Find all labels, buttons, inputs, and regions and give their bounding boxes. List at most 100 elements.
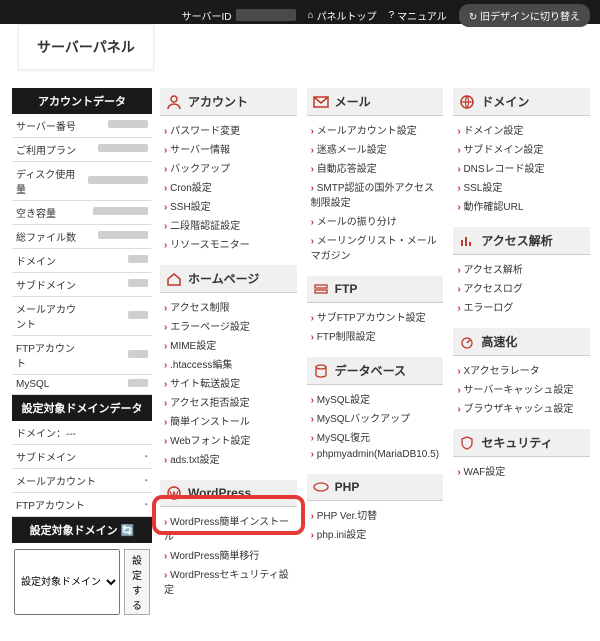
section-ftp: FTP サブFTPアカウント設定 FTP制限設定 [307, 276, 444, 353]
section-home: ホームページアクセス制限エラーページ設定 MIME設定 .htaccess編集サイト… [160, 265, 297, 476]
section-title: ホームページ [188, 270, 259, 287]
link-home-1[interactable]: エラーページ設定 [164, 322, 250, 333]
link-mail-2[interactable]: 自動応答設定 [311, 164, 377, 175]
panel-top-link[interactable]: ⌂ パネルトップ [308, 8, 377, 23]
section-title: PHP [335, 480, 360, 494]
old-design-label: 旧デザインに切り替え [480, 12, 580, 23]
link-globe-1[interactable]: サブドメイン設定 [457, 145, 543, 156]
link-mail-1[interactable]: 迷惑メール設定 [311, 145, 387, 156]
domain-set-button[interactable]: 設定する [124, 549, 150, 615]
link-mail-3[interactable]: SMTP認証の国外アクセス制限設定 [311, 183, 434, 209]
account-row-value [84, 375, 152, 395]
section-globe: ドメインドメイン設定サブドメイン設定 DNSレコード設定 SSL設定動作確認URL [453, 88, 590, 223]
section-title: ドメイン [481, 93, 529, 110]
link-home-5[interactable]: アクセス拒否設定 [164, 398, 250, 409]
page-title: サーバーパネル [18, 24, 154, 70]
link-home-4[interactable]: サイト転送設定 [164, 379, 240, 390]
link-chart-2[interactable]: エラーログ [457, 303, 513, 314]
link-user-5[interactable]: 二段階認証設定 [164, 221, 240, 232]
link-globe-2[interactable]: DNSレコード設定 [457, 164, 544, 175]
section-title: メール [335, 93, 371, 110]
section-title: FTP [335, 282, 358, 296]
link-user-0[interactable]: パスワード変更 [164, 126, 240, 137]
link-shield-0[interactable]: WAF設定 [457, 467, 505, 478]
account-row-label: 空き容量 [12, 201, 84, 225]
ftp-icon [313, 281, 329, 297]
section-user: アカウントパスワード変更サーバー情報バックアップ Cron設定 SSH設定二段階認証… [160, 88, 297, 261]
account-row-value [84, 225, 152, 249]
account-row-label: 総ファイル数 [12, 225, 84, 249]
account-row-value [84, 201, 152, 225]
link-mail-4[interactable]: メールの振り分け [311, 217, 397, 228]
section-speed: 高速化Xアクセラレータサーバーキャッシュ設定ブラウザキャッシュ設定 [453, 328, 590, 425]
link-user-3[interactable]: Cron設定 [164, 183, 212, 194]
domain-row-value: - [136, 469, 152, 493]
sidebar-domain-select-header: 設定対象ドメイン 🔄 [12, 517, 152, 543]
account-row-value [84, 249, 152, 273]
link-speed-2[interactable]: ブラウザキャッシュ設定 [457, 404, 573, 415]
account-row-label: FTPアカウント [12, 336, 84, 375]
account-row-value [84, 114, 152, 138]
link-chart-0[interactable]: アクセス解析 [457, 265, 523, 276]
main-sections: アカウントパスワード変更サーバー情報バックアップ Cron設定 SSH設定二段階認証… [160, 88, 590, 621]
db-icon [313, 363, 329, 379]
shield-icon [459, 435, 475, 451]
link-db-3[interactable]: phpmyadmin(MariaDB10.5) [311, 449, 439, 460]
link-user-4[interactable]: SSH設定 [164, 202, 211, 213]
account-data-table: サーバー番号ご利用プランディスク使用量空き容量総ファイル数ドメインサブドメインメ… [12, 114, 152, 395]
domain-select[interactable]: 設定対象ドメイン [14, 549, 120, 615]
domain-row-value: - [136, 493, 152, 517]
account-row-label: ご利用プラン [12, 138, 84, 162]
home-icon [166, 271, 182, 287]
link-db-0[interactable]: MySQL設定 [311, 395, 370, 406]
link-home-6[interactable]: 簡単インストール [164, 417, 250, 428]
section-title: データベース [335, 362, 406, 379]
server-id-value [236, 9, 296, 21]
mail-icon [313, 94, 329, 110]
link-mail-5[interactable]: メーリングリスト・メールマガジン [311, 236, 437, 262]
link-globe-3[interactable]: SSL設定 [457, 183, 502, 194]
domain-row-label: ドメイン：--- [12, 421, 136, 445]
link-user-2[interactable]: バックアップ [164, 164, 230, 175]
link-wp-1[interactable]: WordPress簡単移行 [164, 551, 259, 562]
link-wp-0[interactable]: WordPress簡単インストール [164, 517, 289, 543]
link-mail-0[interactable]: メールアカウント設定 [311, 126, 417, 137]
link-globe-0[interactable]: ドメイン設定 [457, 126, 523, 137]
panel-top-label: パネルトップ [317, 8, 377, 23]
link-home-8[interactable]: ads.txt設定 [164, 455, 220, 466]
link-ftp-1[interactable]: FTP制限設定 [311, 332, 376, 343]
section-title: アカウント [188, 93, 248, 110]
link-db-1[interactable]: MySQLバックアップ [311, 414, 410, 425]
link-user-6[interactable]: リソースモニター [164, 240, 250, 251]
link-chart-1[interactable]: アクセスログ [457, 284, 523, 295]
manual-label: マニュアル [397, 8, 447, 23]
link-home-7[interactable]: Webフォント設定 [164, 436, 251, 447]
account-row-label: サブドメイン [12, 273, 84, 297]
link-ftp-0[interactable]: サブFTPアカウント設定 [311, 313, 426, 324]
link-speed-1[interactable]: サーバーキャッシュ設定 [457, 385, 573, 396]
server-id-label: サーバーID [182, 8, 232, 23]
section-title: WordPress [188, 486, 251, 500]
manual-link[interactable]: ? マニュアル [389, 8, 447, 23]
link-home-3[interactable]: .htaccess編集 [164, 360, 232, 371]
domain-row-label: サブドメイン [12, 445, 136, 469]
link-php-0[interactable]: PHP Ver.切替 [311, 511, 378, 522]
link-wp-2[interactable]: WordPressセキュリティ設定 [164, 570, 289, 596]
link-speed-0[interactable]: Xアクセラレータ [457, 366, 539, 377]
link-user-1[interactable]: サーバー情報 [164, 145, 230, 156]
sidebar-account-data-header: アカウントデータ [12, 88, 152, 114]
link-home-0[interactable]: アクセス制限 [164, 303, 230, 314]
section-wp: WordPress WordPress簡単インストール WordPress簡単移行 W… [160, 480, 297, 606]
home-icon: ⌂ [308, 10, 314, 21]
link-php-1[interactable]: php.ini設定 [311, 530, 367, 541]
speed-icon [459, 334, 475, 350]
section-mail: メールメールアカウント設定迷惑メール設定自動応答設定 SMTP認証の国外アクセス制… [307, 88, 444, 272]
old-design-button[interactable]: ↻ 旧デザインに切り替え [459, 4, 590, 27]
globe-icon [459, 94, 475, 110]
link-db-2[interactable]: MySQL復元 [311, 433, 370, 444]
account-row-label: サーバー番号 [12, 114, 84, 138]
section-php: PHP PHP Ver.切替 php.ini設定 [307, 474, 444, 551]
link-home-2[interactable]: MIME設定 [164, 341, 216, 352]
link-globe-4[interactable]: 動作確認URL [457, 202, 523, 213]
domain-row-value: - [136, 445, 152, 469]
